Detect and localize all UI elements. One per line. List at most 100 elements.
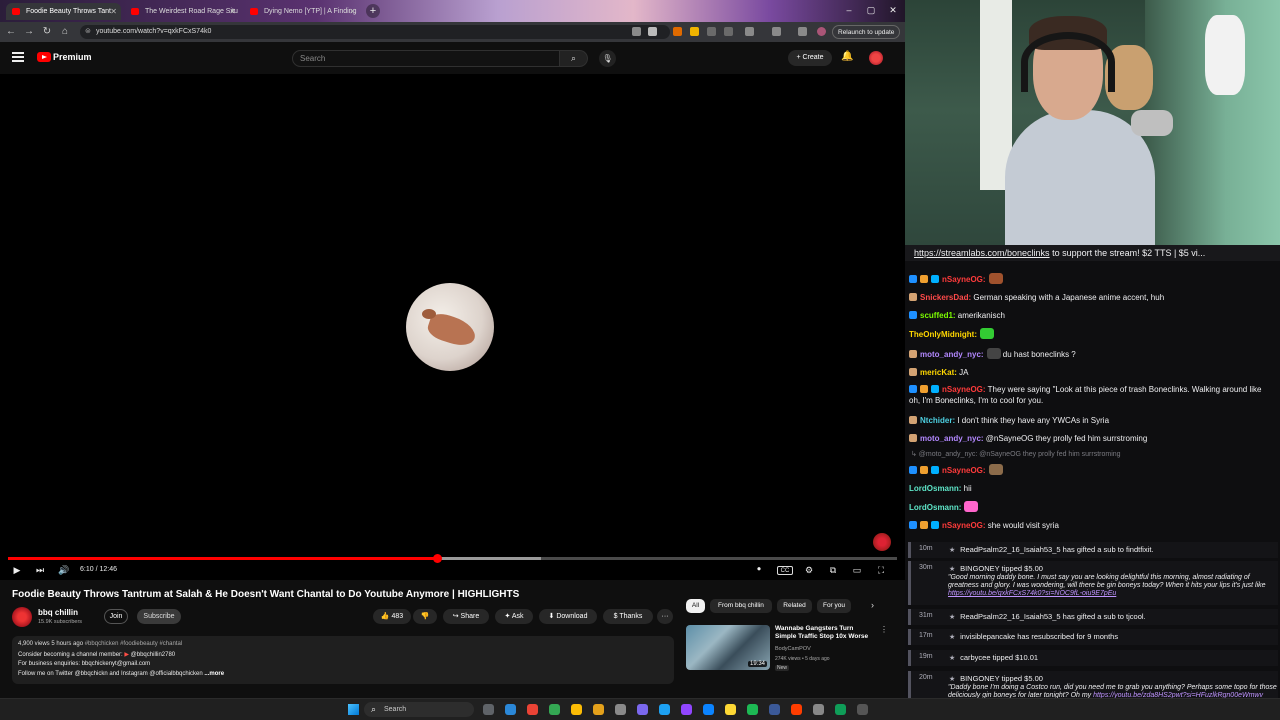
fullscreen-button[interactable]: ⛶ [874,563,888,577]
taskbar-app-icon[interactable] [593,704,604,715]
taskbar-app-icon[interactable] [857,704,868,715]
search-input[interactable]: Search [292,50,560,67]
tab-close-icon[interactable]: ✕ [349,3,356,20]
side-panel-icon[interactable] [772,27,781,36]
chat-badge-icon[interactable] [931,521,939,529]
chat-badge-icon[interactable] [909,521,917,529]
next-button[interactable]: ⏭ [33,563,47,577]
chat-badge-icon[interactable] [920,521,928,529]
chip-scroll-right-icon[interactable]: › [871,600,874,610]
subscribe-button[interactable]: Subscribe [137,609,181,624]
relaunch-button[interactable]: Relaunch to update [832,25,901,39]
chip-related[interactable]: Related [777,599,812,613]
taskbar-app-icon[interactable] [483,704,494,715]
chat-badge-icon[interactable] [909,385,917,393]
chip-from-channel[interactable]: From bbq chillin [710,599,772,613]
chat-username[interactable]: LordOsmann: [909,484,961,493]
extension-icon[interactable] [707,27,716,36]
progress-scrubber-handle[interactable] [433,554,443,563]
chip-for-you[interactable]: For you [817,599,851,613]
autoplay-toggle[interactable]: ⏺ [750,563,768,577]
chat-badge-icon[interactable] [931,385,939,393]
chat-badge-icon[interactable] [920,466,928,474]
user-avatar[interactable] [869,51,883,65]
taskbar-app-icon[interactable] [725,704,736,715]
description-box[interactable]: 4,900 views 5 hours ago #bbqchicken #foo… [12,636,674,684]
close-window-button[interactable]: ✕ [884,3,902,17]
chat-badge-icon[interactable] [909,368,917,376]
forward-icon[interactable]: → [22,25,36,39]
search-button[interactable]: ⌕ [560,50,588,67]
dislike-button[interactable]: 👎 [413,609,437,624]
chat-badge-icon[interactable] [909,434,917,442]
channel-handle-link[interactable]: @bbqchillin2780 [131,652,175,658]
taskbar-app-icon[interactable] [637,704,648,715]
create-button[interactable]: + Create [788,50,832,66]
chat-username[interactable]: moto_andy_nyc: [920,350,984,359]
chat-username[interactable]: nSayneOG: [942,466,986,475]
taskbar-app-icon[interactable] [527,704,538,715]
bookmark-star-icon[interactable] [648,27,657,36]
recommended-video-thumbnail[interactable]: 19:34 [686,625,770,670]
downloads-icon[interactable] [798,27,807,36]
video-player[interactable]: ▶ ⏭ 🔊 6:10 / 12:46 ⏺ CC ⚙ ⧉ ▭ ⛶ [0,74,905,580]
tab-foodie-beauty[interactable]: Foodie Beauty Throws Tant ✕ [6,3,121,20]
share-button[interactable]: ↪ Share [443,609,489,624]
tab-close-icon[interactable]: ✕ [110,3,117,20]
new-tab-button[interactable]: + [366,4,380,18]
chat-badge-icon[interactable] [920,385,928,393]
show-more-link[interactable]: ...more [204,671,224,677]
chat-badge-icon[interactable] [920,275,928,283]
chat-username[interactable]: LordOsmann: [909,503,961,512]
video-hashtags[interactable]: #bbqchicken #foodiebeauty #chantal [85,641,182,647]
site-info-icon[interactable]: ⊜ [85,25,91,39]
captions-button[interactable]: CC [777,566,793,575]
extension-icon[interactable] [673,27,682,36]
more-actions-button[interactable]: ··· [657,609,673,624]
streamlabs-link[interactable]: https://streamlabs.com/boneclinks [914,248,1050,258]
like-button[interactable]: 👍 483 [373,609,411,624]
taskbar-app-icon[interactable] [549,704,560,715]
youtube-premium-brand[interactable]: Premium [53,52,92,62]
chat-username[interactable]: nSayneOG: [942,275,986,284]
settings-gear-icon[interactable]: ⚙ [802,563,816,577]
chat-username[interactable]: nSayneOG: [942,385,986,394]
windows-start-icon[interactable] [348,704,359,715]
tab-dying-nemo[interactable]: Dying Nemo [YTP] | A Finding ✕ [244,3,360,20]
menu-icon[interactable] [12,52,24,62]
chat-reply-context[interactable]: ↳ @moto_andy_nyc: @nSayneOG they prolly … [911,450,1121,458]
back-icon[interactable]: ← [4,25,18,39]
minimize-button[interactable]: – [840,3,858,17]
chat-username[interactable]: SnickersDad: [920,293,971,302]
taskbar-app-icon[interactable] [571,704,582,715]
taskbar-app-icon[interactable] [769,704,780,715]
profile-avatar-icon[interactable] [817,27,826,36]
channel-watermark[interactable] [873,533,891,551]
chat-badge-icon[interactable] [909,275,917,283]
taskbar-app-icon[interactable] [681,704,692,715]
taskbar-app-icon[interactable] [703,704,714,715]
chat-username[interactable]: TheOnlyMidnight: [909,330,977,339]
chat-badge-icon[interactable] [909,350,917,358]
taskbar-app-icon[interactable] [747,704,758,715]
chat-badge-icon[interactable] [931,275,939,283]
taskbar-app-icon[interactable] [791,704,802,715]
chat-username[interactable]: scuffed1: [920,311,956,320]
taskbar-app-icon[interactable] [659,704,670,715]
download-button[interactable]: ⬇ Download [539,609,597,624]
channel-name[interactable]: bbq chillin [38,608,78,617]
extension-icon[interactable] [690,27,699,36]
chip-all[interactable]: All [686,599,705,613]
chat-username[interactable]: nSayneOG: [942,521,986,530]
chat-badge-icon[interactable] [909,466,917,474]
reload-icon[interactable]: ↻ [40,25,54,39]
recommended-menu-icon[interactable]: ⋮ [880,625,888,634]
maximize-button[interactable]: ▢ [862,3,880,17]
notifications-bell-icon[interactable]: 🔔 [841,51,853,62]
ask-button[interactable]: ✦ Ask [495,609,533,624]
taskbar-app-icon[interactable] [615,704,626,715]
home-icon[interactable]: ⌂ [58,25,72,39]
chat-username[interactable]: moto_andy_nyc: [920,434,984,443]
youtube-logo-icon[interactable] [37,52,51,62]
channel-avatar[interactable] [12,607,32,627]
